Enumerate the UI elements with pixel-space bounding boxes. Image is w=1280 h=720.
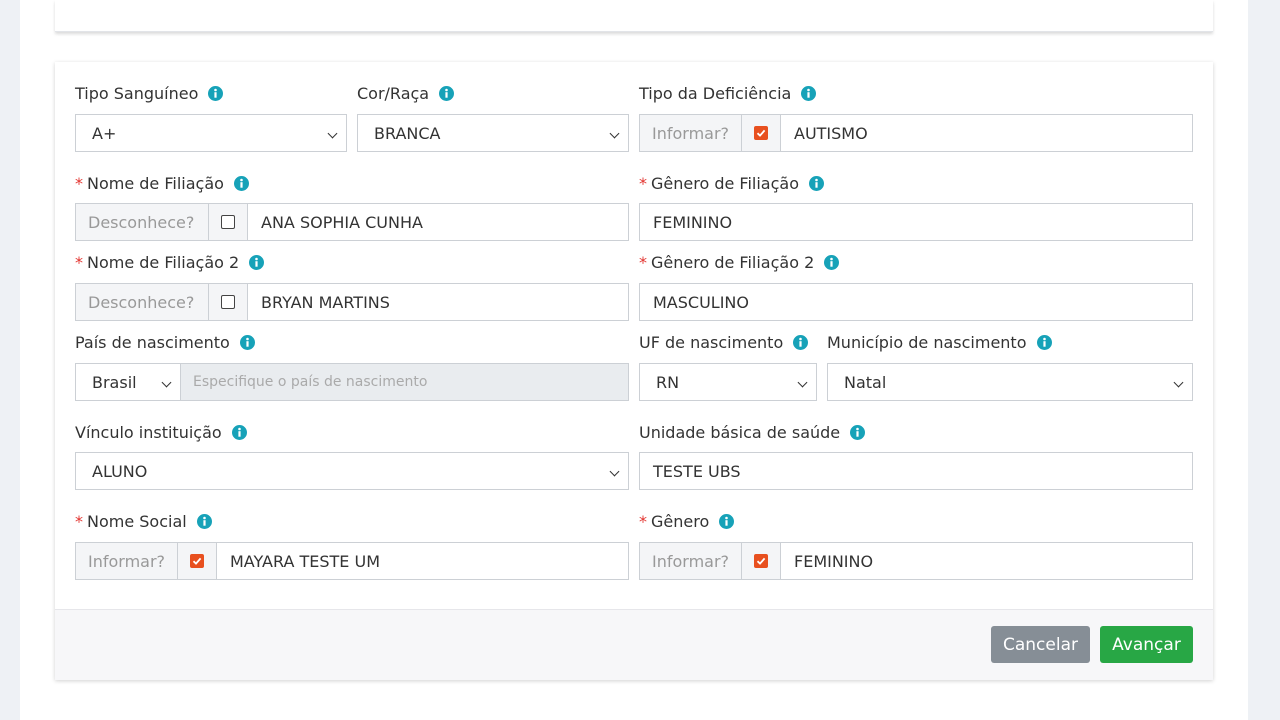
info-icon[interactable] bbox=[231, 424, 247, 440]
genero-label: * Gênero bbox=[639, 511, 735, 531]
nome-filiacao-input[interactable]: ANA SOPHIA CUNHA bbox=[247, 203, 629, 241]
tipo-sanguineo-label: Tipo Sanguíneo bbox=[75, 83, 224, 103]
genero-checkbox-wrap bbox=[741, 542, 781, 580]
nome-social-input[interactable]: MAYARA TESTE UM bbox=[216, 542, 629, 580]
info-icon[interactable] bbox=[196, 513, 212, 529]
genero-checkbox[interactable] bbox=[754, 554, 768, 568]
info-icon[interactable] bbox=[208, 85, 224, 101]
info-icon[interactable] bbox=[1036, 334, 1052, 350]
tipo-deficiencia-checkbox[interactable] bbox=[754, 126, 768, 140]
nome-filiacao-addon: Desconhece? bbox=[75, 203, 209, 241]
nome-filiacao-checkbox-wrap bbox=[208, 203, 248, 241]
info-icon[interactable] bbox=[801, 85, 817, 101]
unidade-basica-saude-input[interactable]: TESTE UBS bbox=[639, 452, 1193, 490]
nome-social-addon: Informar? bbox=[75, 542, 178, 580]
tipo-deficiencia-label: Tipo da Deficiência bbox=[639, 83, 817, 103]
tipo-deficiencia-addon: Informar? bbox=[639, 114, 742, 152]
nome-filiacao-2-checkbox[interactable] bbox=[221, 295, 235, 309]
genero-input[interactable]: FEMININO bbox=[780, 542, 1193, 580]
nome-filiacao-2-label: * Nome de Filiação 2 bbox=[75, 252, 265, 272]
uf-nascimento-select[interactable]: RN bbox=[639, 363, 817, 401]
info-icon[interactable] bbox=[233, 175, 249, 191]
uf-nascimento-label: UF de nascimento bbox=[639, 332, 809, 352]
info-icon[interactable] bbox=[824, 254, 840, 270]
vinculo-instituicao-label: Vínculo instituição bbox=[75, 422, 247, 442]
municipio-nascimento-select[interactable]: Natal bbox=[827, 363, 1193, 401]
genero-addon: Informar? bbox=[639, 542, 742, 580]
info-icon[interactable] bbox=[249, 254, 265, 270]
nome-social-checkbox[interactable] bbox=[190, 554, 204, 568]
info-icon[interactable] bbox=[808, 175, 824, 191]
nome-filiacao-2-addon: Desconhece? bbox=[75, 283, 209, 321]
pais-nascimento-select[interactable]: Brasil bbox=[75, 363, 181, 401]
tipo-sanguineo-select[interactable]: A+ bbox=[75, 114, 347, 152]
next-button[interactable]: Avançar bbox=[1100, 626, 1193, 663]
info-icon[interactable] bbox=[439, 85, 455, 101]
info-icon[interactable] bbox=[850, 424, 866, 440]
form-footer: Cancelar Avançar bbox=[55, 609, 1213, 680]
form-card: Tipo Sanguíneo A+ Cor/Raça BRANCA Tipo d… bbox=[55, 62, 1213, 680]
tipo-deficiencia-checkbox-wrap bbox=[741, 114, 781, 152]
pais-especifique-input[interactable]: Especifique o país de nascimento bbox=[180, 363, 629, 401]
nome-social-label: * Nome Social bbox=[75, 511, 212, 531]
genero-filiacao-label: * Gênero de Filiação bbox=[639, 173, 824, 193]
cancel-button[interactable]: Cancelar bbox=[991, 626, 1090, 663]
nome-social-checkbox-wrap bbox=[177, 542, 217, 580]
tipo-deficiencia-input[interactable]: AUTISMO bbox=[780, 114, 1193, 152]
cor-raca-select[interactable]: BRANCA bbox=[357, 114, 629, 152]
previous-card bbox=[55, 0, 1213, 32]
genero-filiacao-2-input[interactable]: MASCULINO bbox=[639, 283, 1193, 321]
nome-filiacao-2-input[interactable]: BRYAN MARTINS bbox=[247, 283, 629, 321]
genero-filiacao-2-label: * Gênero de Filiação 2 bbox=[639, 252, 840, 272]
nome-filiacao-label: * Nome de Filiação bbox=[75, 173, 249, 193]
info-icon[interactable] bbox=[239, 334, 255, 350]
pais-nascimento-label: País de nascimento bbox=[75, 332, 255, 352]
info-icon[interactable] bbox=[719, 513, 735, 529]
nome-filiacao-2-checkbox-wrap bbox=[208, 283, 248, 321]
info-icon[interactable] bbox=[793, 334, 809, 350]
municipio-nascimento-label: Município de nascimento bbox=[827, 332, 1052, 352]
nome-filiacao-checkbox[interactable] bbox=[221, 215, 235, 229]
unidade-basica-saude-label: Unidade básica de saúde bbox=[639, 422, 866, 442]
genero-filiacao-input[interactable]: FEMININO bbox=[639, 203, 1193, 241]
vinculo-instituicao-select[interactable]: ALUNO bbox=[75, 452, 629, 490]
cor-raca-label: Cor/Raça bbox=[357, 83, 455, 103]
